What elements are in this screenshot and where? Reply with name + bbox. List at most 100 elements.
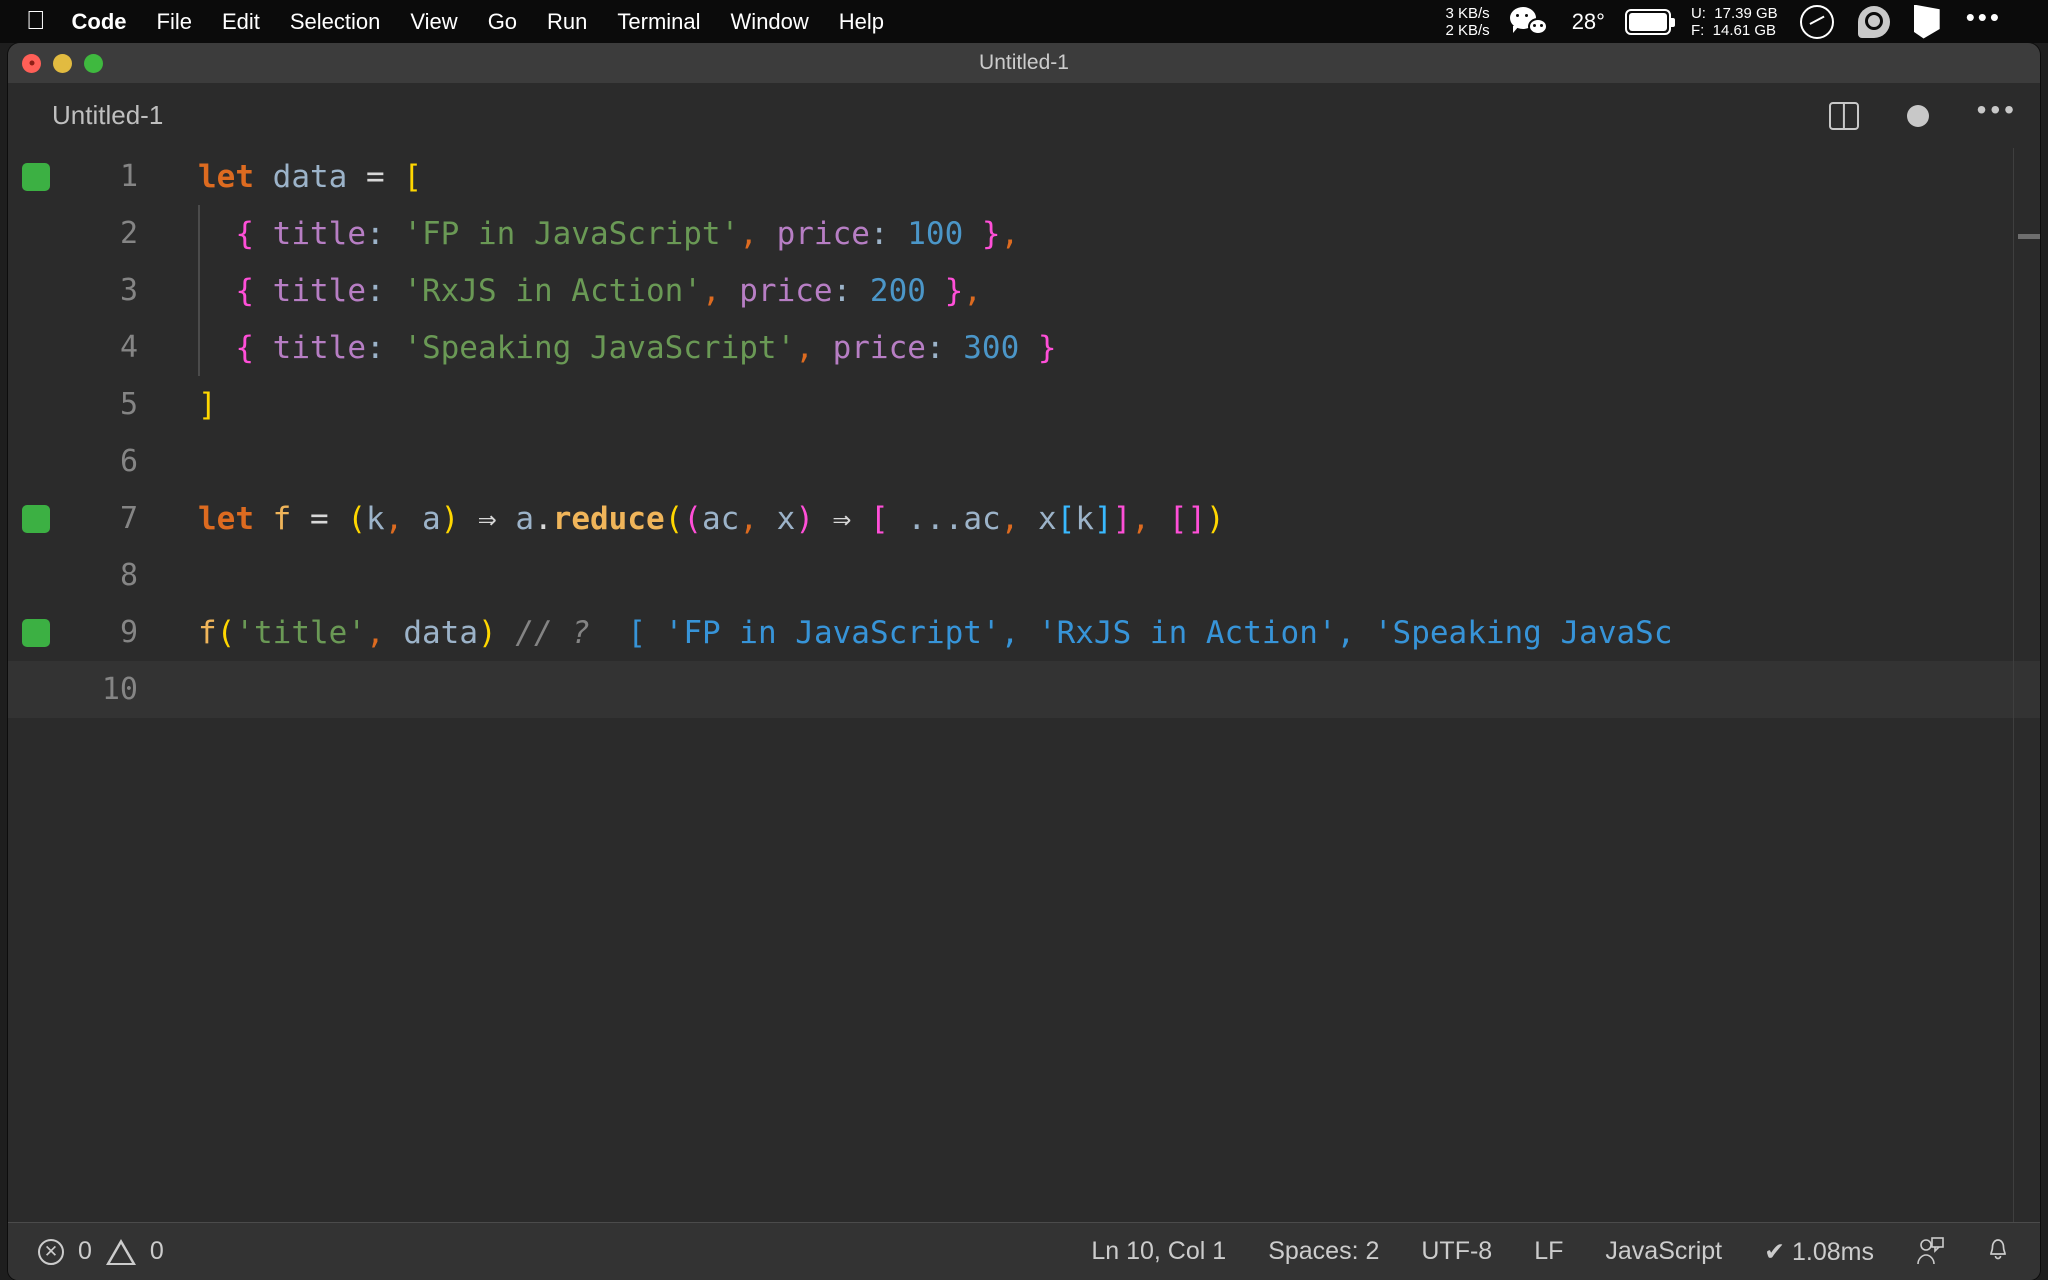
vscode-window: Untitled-1 Untitled-1 ••• 1 let data = [… <box>8 43 2040 1280</box>
temperature-indicator[interactable]: 28° <box>1572 9 1605 35</box>
token-brace: } <box>1019 329 1057 366</box>
editor-tab-strip: Untitled-1 ••• <box>8 83 2040 148</box>
feedback-person-icon[interactable] <box>1916 1236 1944 1267</box>
token-colon: : <box>832 272 852 309</box>
menu-item-view[interactable]: View <box>410 9 457 35</box>
menu-item-terminal[interactable]: Terminal <box>617 9 700 35</box>
token-brace: } <box>925 272 964 309</box>
traffic-lights <box>22 53 103 73</box>
token-string: 'FP in JavaScript' <box>384 215 740 252</box>
zoom-button[interactable] <box>84 53 103 73</box>
code-line[interactable]: 1 let data = [ <box>8 148 2040 205</box>
token-operator: = <box>365 158 404 195</box>
token-comma: , <box>739 215 758 252</box>
error-circle-icon[interactable]: ✕ <box>38 1238 64 1265</box>
token-paren: ) <box>440 500 460 537</box>
line-number: 7 <box>119 501 138 536</box>
disk-usage-indicator[interactable]: U: 17.39 GB F: 14.61 GB <box>1691 5 1778 39</box>
code-line[interactable]: 7 let f = (k, a) ⇒ a.reduce((ac, x) ⇒ [ … <box>8 490 2040 547</box>
split-editor-icon[interactable] <box>1828 101 1859 130</box>
menu-item-window[interactable]: Window <box>731 9 809 35</box>
menu-item-selection[interactable]: Selection <box>290 9 381 35</box>
network-speed-indicator[interactable]: 3 KB/s 2 KB/s <box>1446 5 1490 39</box>
horizontal-scrollbar[interactable] <box>2018 234 2040 239</box>
token-bracket: [ <box>403 158 422 195</box>
warning-count[interactable]: 0 <box>150 1237 164 1266</box>
line-content[interactable]: let data = [ <box>198 159 422 195</box>
line-number: 8 <box>119 558 138 593</box>
token-variable: data <box>384 614 478 651</box>
spiral-app-icon[interactable] <box>1857 5 1890 38</box>
token-property: title <box>254 215 366 252</box>
line-content[interactable]: let f = (k, a) ⇒ a.reduce((ac, x) ⇒ [ ..… <box>198 501 1225 537</box>
token-variable: k <box>1075 500 1095 537</box>
error-count[interactable]: 0 <box>78 1237 92 1266</box>
code-line[interactable]: 6 <box>8 433 2040 490</box>
token-bracket: ] <box>1112 500 1132 537</box>
token-method: reduce <box>552 500 665 537</box>
token-number: 200 <box>851 272 926 309</box>
notifications-bell-icon[interactable] <box>1986 1234 2010 1269</box>
menu-item-run[interactable]: Run <box>547 9 587 35</box>
minimize-button[interactable] <box>53 53 72 73</box>
code-editor[interactable]: 1 let data = [ 2 { title: 'FP in JavaScr… <box>8 148 2040 1222</box>
close-button[interactable] <box>22 53 41 73</box>
language-mode[interactable]: JavaScript <box>1605 1237 1722 1266</box>
status-bar-left: ✕ 0 0 <box>38 1237 164 1266</box>
code-line[interactable]: 8 <box>8 547 2040 604</box>
battery-icon[interactable] <box>1624 8 1675 35</box>
code-line[interactable]: 4 { title: 'Speaking JavaScript', price:… <box>8 319 2040 376</box>
token-variable: ac <box>963 500 1001 537</box>
line-number: 10 <box>101 672 138 707</box>
token-property: price <box>813 329 926 366</box>
menu-item-help[interactable]: Help <box>839 9 884 35</box>
menu-item-code[interactable]: Code <box>72 9 127 35</box>
token-paren: ( <box>216 614 236 651</box>
window-title-bar: Untitled-1 <box>8 43 2040 83</box>
runtime-status[interactable]: ✔ 1.08ms <box>1764 1237 1874 1267</box>
unsaved-dot-icon[interactable] <box>1906 104 1929 127</box>
code-line[interactable]: 3 { title: 'RxJS in Action', price: 200 … <box>8 262 2040 319</box>
warning-triangle-icon[interactable] <box>105 1238 136 1265</box>
line-content[interactable]: f('title', data) // ? [ 'FP in JavaScrip… <box>198 615 1673 651</box>
code-line[interactable]: 2 { title: 'FP in JavaScript', price: 10… <box>8 205 2040 262</box>
line-content[interactable]: { title: 'Speaking JavaScript', price: 3… <box>198 329 1057 366</box>
cursor-position[interactable]: Ln 10, Col 1 <box>1091 1237 1226 1266</box>
token-property: price <box>720 272 833 309</box>
indent-guide <box>198 262 200 319</box>
menu-item-go[interactable]: Go <box>488 9 517 35</box>
token-parameter: ac <box>702 500 740 537</box>
token-comma: , <box>366 614 385 651</box>
token-number: 300 <box>944 329 1020 366</box>
ellipsis-icon[interactable]: ••• <box>1966 2 2002 33</box>
code-line-active[interactable]: 10 <box>8 661 2040 718</box>
status-bar: ✕ 0 0 Ln 10, Col 1 Spaces: 2 UTF-8 LF Ja… <box>8 1222 2040 1280</box>
encoding-setting[interactable]: UTF-8 <box>1421 1237 1492 1266</box>
line-content[interactable]: { title: 'FP in JavaScript', price: 100 … <box>198 216 1019 252</box>
token-bracket: [ <box>870 500 889 537</box>
token-property: title <box>254 272 366 309</box>
eol-setting[interactable]: LF <box>1534 1237 1563 1266</box>
token-paren: ) <box>478 614 497 651</box>
token-arrow: ⇒ <box>459 500 516 537</box>
token-comma: , <box>1131 500 1151 537</box>
line-content[interactable]: { title: 'RxJS in Action', price: 200 }, <box>198 273 982 309</box>
token-arrow: ⇒ <box>814 500 871 537</box>
tab-untitled-1[interactable]: Untitled-1 <box>52 100 163 131</box>
flag-icon[interactable] <box>1913 4 1940 39</box>
speedometer-icon[interactable] <box>1799 4 1834 39</box>
token-variable: a <box>515 500 535 537</box>
code-line[interactable]: 5 ] <box>8 376 2040 433</box>
wechat-icon[interactable] <box>1509 6 1552 37</box>
line-content[interactable]: ] <box>198 387 217 423</box>
token-colon: : <box>869 215 889 252</box>
menu-item-edit[interactable]: Edit <box>222 9 260 35</box>
menu-item-file[interactable]: File <box>157 9 192 35</box>
apple-logo-icon[interactable]:  <box>26 7 46 33</box>
indentation-setting[interactable]: Spaces: 2 <box>1268 1237 1379 1266</box>
more-actions-icon[interactable]: ••• <box>1977 94 2018 126</box>
token-string: 'Speaking JavaScript' <box>384 329 796 366</box>
code-line[interactable]: 9 f('title', data) // ? [ 'FP in JavaScr… <box>8 604 2040 661</box>
token-function-call: f <box>198 614 217 651</box>
